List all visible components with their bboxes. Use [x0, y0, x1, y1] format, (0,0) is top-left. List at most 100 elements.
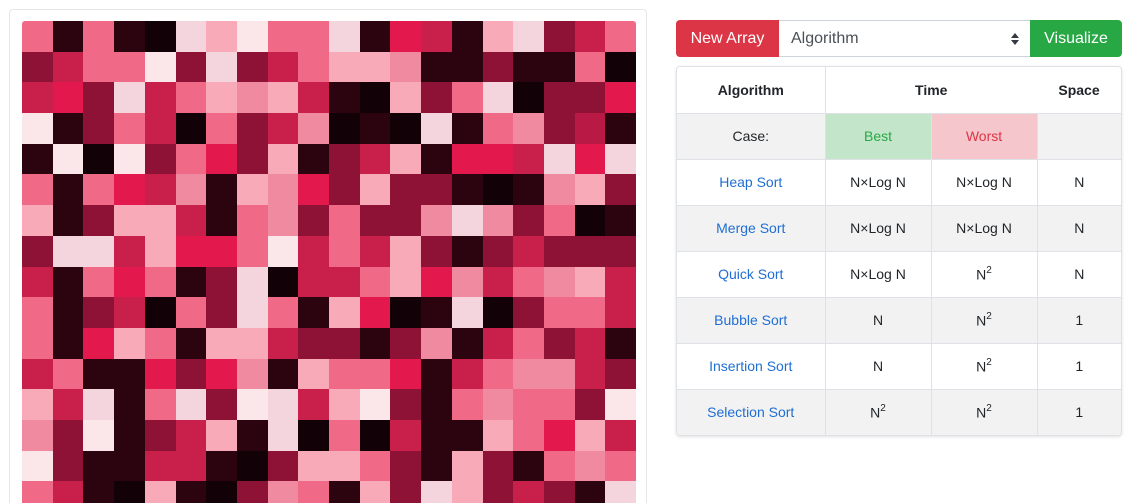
array-cell: [83, 419, 115, 451]
array-cell: [114, 174, 145, 206]
complexity-table-card: Algorithm Time Space Case: Best Worst He…: [676, 66, 1122, 436]
array-cell: [359, 235, 391, 267]
array-cell: [513, 113, 544, 144]
array-cell: [390, 266, 422, 298]
array-cell: [359, 113, 391, 144]
algorithm-link[interactable]: Quick Sort: [677, 250, 826, 297]
array-cell: [298, 113, 329, 144]
array-cell: [83, 51, 115, 83]
array-cell: [513, 419, 544, 451]
array-cell: [390, 450, 422, 482]
array-cell: [175, 266, 207, 298]
array-cell: [513, 358, 544, 390]
array-cell: [605, 143, 636, 175]
array-cell: [298, 82, 329, 114]
array-cell: [52, 82, 84, 114]
array-cell: [329, 235, 360, 267]
array-cell: [390, 297, 422, 328]
array-cell: [144, 389, 176, 420]
worst-time-cell: N2: [931, 296, 1038, 343]
array-cell: [421, 82, 452, 114]
array-cell: [267, 327, 299, 359]
array-cell: [543, 450, 575, 482]
algorithm-select[interactable]: Algorithm: [779, 20, 1030, 57]
array-cell: [390, 358, 422, 390]
array-cell: [451, 481, 483, 503]
array-cell: [329, 389, 360, 420]
array-cell: [482, 143, 514, 175]
array-cell: [543, 419, 575, 451]
array-cell: [605, 481, 636, 503]
array-cell: [451, 450, 483, 482]
worst-time-cell: N2: [931, 388, 1038, 435]
array-cell: [451, 389, 483, 420]
array-cell: [52, 143, 84, 175]
array-cell: [390, 389, 422, 420]
array-cell: [298, 51, 329, 83]
array-cell: [83, 297, 115, 328]
array-cell: [329, 21, 360, 52]
algorithm-select-value: Algorithm: [791, 29, 859, 47]
array-cell: [329, 51, 360, 83]
case-best: Best: [825, 112, 932, 159]
space-cell: N: [1037, 158, 1121, 205]
visualize-button[interactable]: Visualize: [1030, 20, 1122, 57]
best-time-cell: N×Log N: [825, 250, 932, 297]
algorithm-link[interactable]: Heap Sort: [677, 158, 826, 205]
array-cell: [359, 51, 391, 83]
array-cell: [482, 389, 514, 420]
array-cell: [390, 174, 422, 206]
array-cell: [298, 205, 329, 236]
array-cell: [543, 266, 575, 298]
array-cell: [421, 327, 452, 359]
array-cell: [83, 389, 115, 420]
array-cell: [451, 21, 483, 52]
array-cell: [543, 205, 575, 236]
new-array-button[interactable]: New Array: [676, 20, 779, 57]
array-cell: [605, 358, 636, 390]
array-cell: [267, 389, 299, 420]
array-cell: [482, 82, 514, 114]
worst-time-cell: N2: [931, 342, 1038, 389]
array-cell: [267, 143, 299, 175]
array-cell: [206, 113, 237, 144]
array-cell: [574, 21, 606, 52]
array-cell: [114, 205, 145, 236]
array-cell: [421, 297, 452, 328]
table-row: Selection Sort N2 N2 1: [677, 388, 1121, 435]
complexity-table: Algorithm Time Space Case: Best Worst He…: [677, 67, 1121, 435]
array-cell: [144, 82, 176, 114]
array-cell: [114, 113, 145, 144]
array-cell: [421, 113, 452, 144]
array-cell: [605, 266, 636, 298]
array-cell: [114, 266, 145, 298]
array-cell: [390, 327, 422, 359]
array-cell: [543, 82, 575, 114]
array-cell: [22, 358, 53, 390]
case-space-empty: [1037, 112, 1121, 159]
algorithm-link[interactable]: Selection Sort: [677, 388, 826, 435]
array-cell: [83, 143, 115, 175]
array-cell: [114, 51, 145, 83]
array-cell: [114, 82, 145, 114]
array-cell: [482, 113, 514, 144]
algorithm-link[interactable]: Insertion Sort: [677, 342, 826, 389]
array-cell: [605, 389, 636, 420]
array-cell: [83, 21, 115, 52]
array-cell: [421, 481, 452, 503]
array-cell: [574, 389, 606, 420]
array-cell: [175, 174, 207, 206]
array-cell: [298, 419, 329, 451]
array-cell: [605, 82, 636, 114]
algorithm-link[interactable]: Merge Sort: [677, 204, 826, 251]
array-cell: [267, 450, 299, 482]
array-cell: [206, 82, 237, 114]
array-cell: [267, 266, 299, 298]
array-cell: [236, 174, 268, 206]
algorithm-link[interactable]: Bubble Sort: [677, 296, 826, 343]
array-cell: [175, 297, 207, 328]
array-cell: [359, 419, 391, 451]
array-cell: [206, 297, 237, 328]
array-cell: [482, 481, 514, 503]
array-cell: [52, 481, 84, 503]
